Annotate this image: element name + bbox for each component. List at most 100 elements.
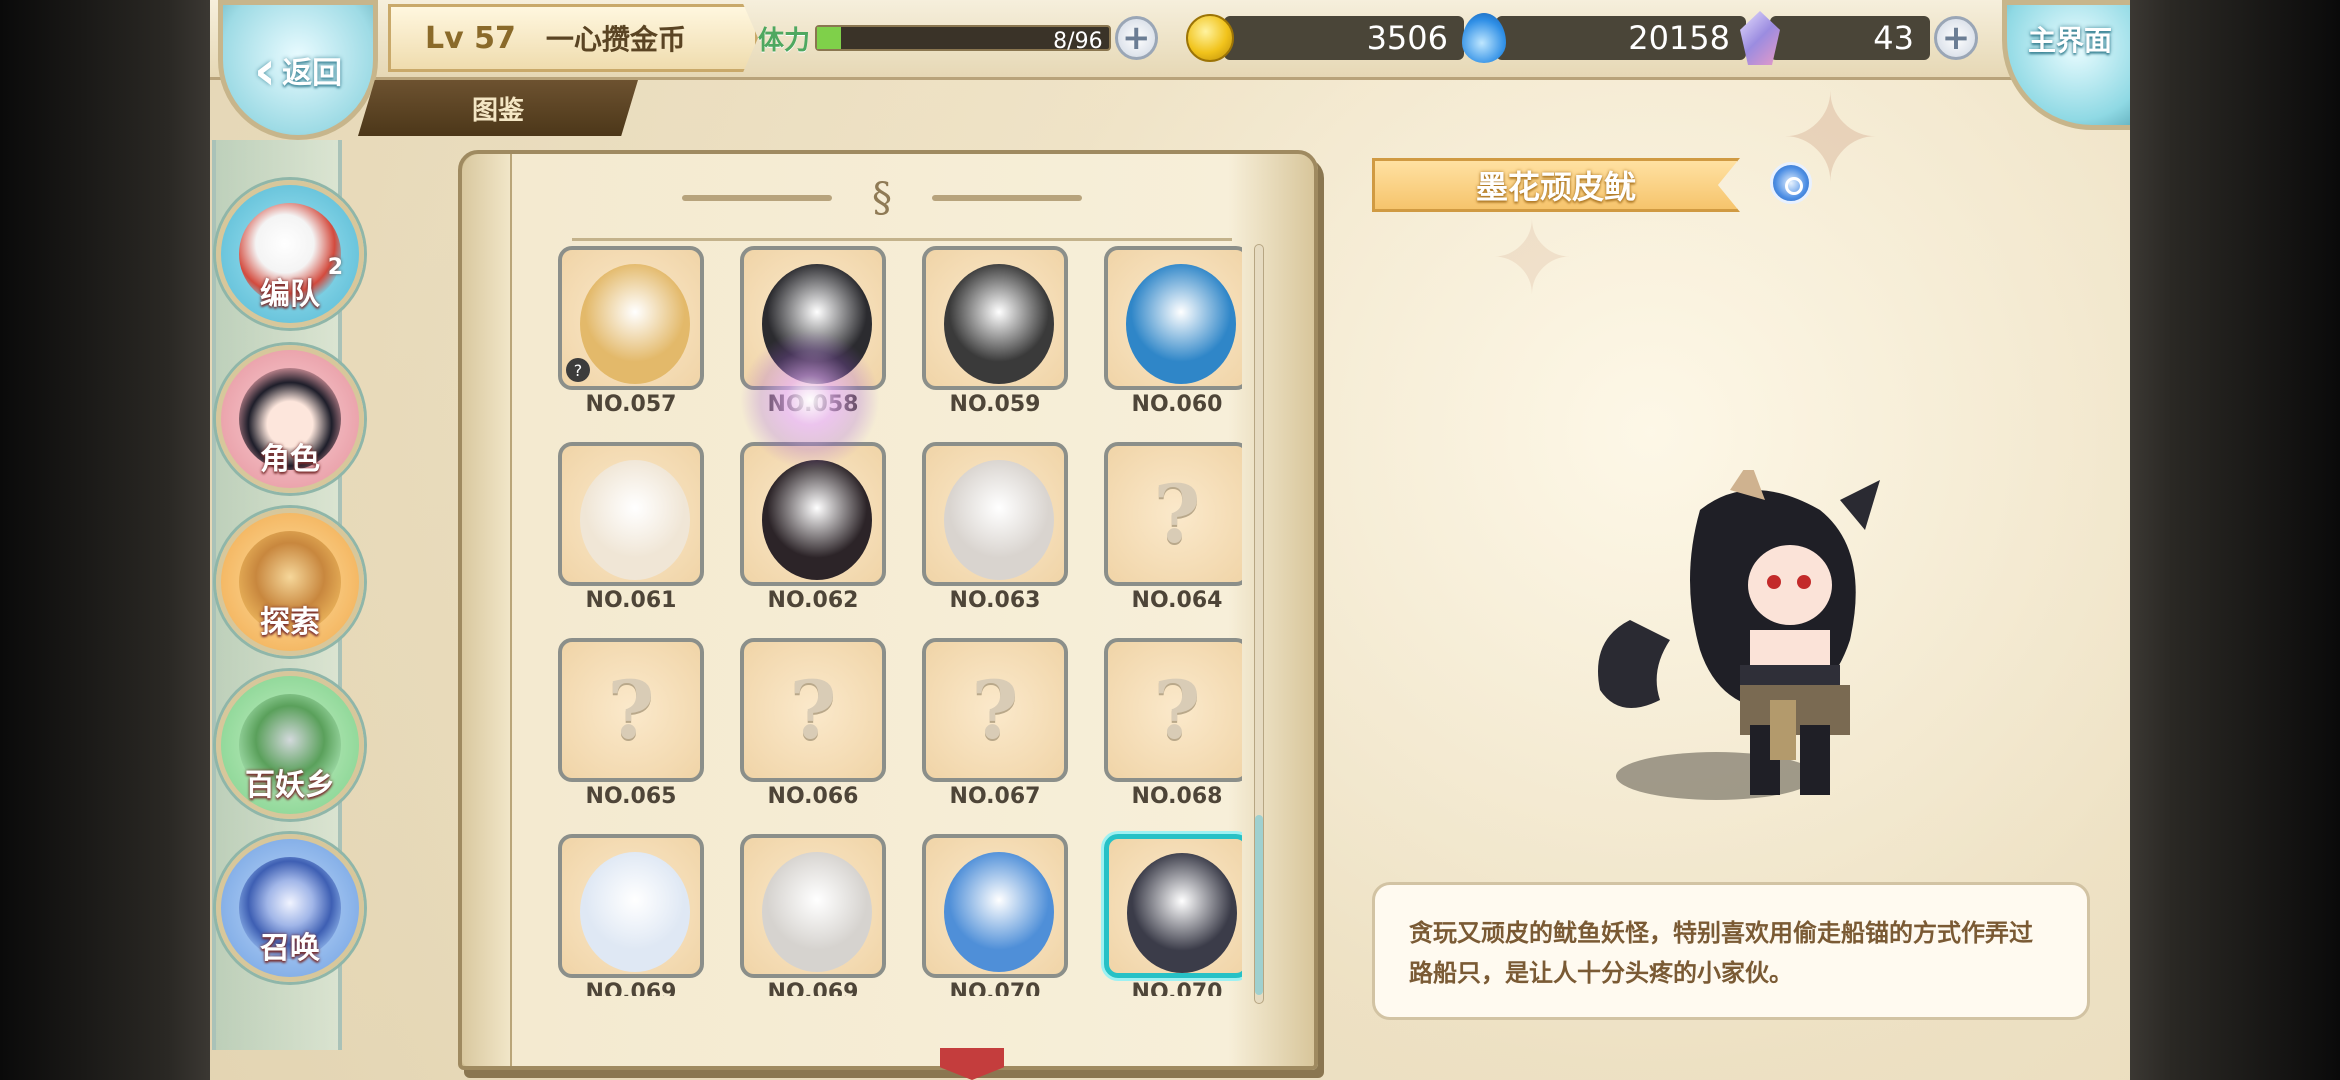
entry-number: NO.060 — [1131, 392, 1223, 417]
codex-entry[interactable]: ? NO.067 — [920, 638, 1070, 813]
monster-art — [944, 264, 1054, 384]
codex-screen: ✦ ✦ ‹ 返回 Lv 57 一心攒金币 图鉴 体力 8/96 + 3506 2… — [210, 0, 2130, 1080]
nav-summon-label: 召唤 — [260, 931, 320, 966]
book-ornament: § — [572, 168, 1192, 228]
codex-entry[interactable]: NO.069 — [738, 834, 888, 996]
plus-icon: + — [1122, 18, 1151, 58]
entry-number: NO.061 — [585, 588, 677, 613]
chevron-left-icon: ‹ — [253, 38, 277, 102]
monster-description: 贪玩又顽皮的鱿鱼妖怪，特别喜欢用偷走船锚的方式作弄过路船只，是让人十分头疼的小家… — [1409, 919, 2033, 987]
monster-thumbnail[interactable] — [740, 834, 886, 978]
monster-art — [944, 852, 1054, 972]
codex-entry[interactable]: ? NO.057 — [556, 246, 706, 421]
nav-team-label: 编队 — [260, 277, 320, 312]
monster-thumbnail[interactable] — [922, 442, 1068, 586]
entry-number: NO.070 — [1131, 980, 1223, 996]
sparkle-effect — [740, 330, 880, 470]
monster-thumbnail[interactable] — [558, 834, 704, 978]
background-star-icon: ✦ — [1490, 200, 1574, 317]
voice-play-button[interactable] — [1770, 162, 1812, 204]
question-mark-icon: ? — [789, 663, 837, 757]
entry-number: NO.070 — [949, 980, 1041, 996]
stamina-bar: 8/96 — [815, 25, 1111, 54]
locked-thumbnail[interactable]: ? — [922, 638, 1068, 782]
entry-number: NO.063 — [949, 588, 1041, 613]
codex-entry[interactable]: NO.060 — [1102, 246, 1242, 421]
nav-explore-button[interactable]: 探索 — [216, 508, 364, 656]
add-crystal-button[interactable]: + — [1934, 16, 1978, 60]
entry-number: NO.067 — [949, 784, 1041, 809]
back-button[interactable]: ‹ 返回 — [218, 0, 378, 140]
stamina-meter: 体力 8/96 + — [758, 14, 1158, 62]
nav-village-label: 百妖乡 — [245, 768, 335, 803]
monster-thumbnail[interactable] — [922, 246, 1068, 390]
gold-value: 3506 — [1224, 16, 1464, 60]
entry-number: NO.059 — [949, 392, 1041, 417]
soul-value: 20158 — [1496, 16, 1746, 60]
locked-thumbnail[interactable]: ? — [558, 638, 704, 782]
entry-number: NO.064 — [1131, 588, 1223, 613]
add-stamina-button[interactable]: + — [1114, 16, 1158, 60]
section-title-label: 图鉴 — [471, 95, 524, 126]
book-rule — [572, 238, 1232, 241]
player-info[interactable]: Lv 57 一心攒金币 — [388, 4, 758, 72]
unknown-mark-icon: ? — [566, 358, 590, 382]
codex-entry[interactable]: NO.061 — [556, 442, 706, 617]
monster-art — [580, 852, 690, 972]
player-level: Lv 57 — [425, 20, 516, 56]
question-mark-icon: ? — [971, 663, 1019, 757]
home-button[interactable]: 主界面 — [2002, 0, 2130, 130]
team-badge: 2 — [327, 255, 343, 280]
codex-grid[interactable]: ?NO.057NO.058NO.059NO.060NO.061NO.062NO.… — [542, 246, 1242, 996]
monster-art — [580, 264, 690, 384]
soul-counter: 20158 — [1462, 13, 1746, 63]
stamina-bar-fill — [817, 27, 842, 49]
monster-name: 墨花顽皮鱿 — [1475, 168, 1636, 206]
monster-thumbnail[interactable] — [1104, 246, 1242, 390]
codex-entry[interactable]: ? NO.066 — [738, 638, 888, 813]
codex-entry[interactable]: NO.059 — [920, 246, 1070, 421]
monster-thumbnail[interactable] — [922, 834, 1068, 978]
locked-thumbnail[interactable]: ? — [1104, 638, 1242, 782]
crystal-value: 43 — [1770, 16, 1930, 60]
locked-thumbnail[interactable]: ? — [1104, 442, 1242, 586]
nav-summon-button[interactable]: 召唤 — [216, 834, 364, 982]
codex-book: § ?NO.057NO.058NO.059NO.060NO.061NO.062N… — [458, 150, 1318, 1070]
bookmark-ribbon — [940, 1048, 1004, 1080]
monster-art — [944, 460, 1054, 580]
monster-art — [580, 460, 690, 580]
home-label: 主界面 — [2027, 24, 2112, 57]
monster-portrait — [1598, 470, 1880, 795]
codex-entry[interactable]: NO.063 — [920, 442, 1070, 617]
monster-art — [762, 852, 872, 972]
monster-thumbnail[interactable]: ? — [558, 246, 704, 390]
ornament-swirl-icon: § — [872, 175, 892, 221]
codex-entry[interactable]: NO.070 — [920, 834, 1070, 996]
nav-explore-label: 探索 — [260, 605, 320, 640]
book-spine — [462, 154, 512, 1066]
codex-entry[interactable]: ? NO.065 — [556, 638, 706, 813]
nav-character-label: 角色 — [260, 442, 320, 477]
question-mark-icon: ? — [1153, 663, 1201, 757]
letterbox-right — [2130, 0, 2340, 1080]
question-mark-icon: ? — [1153, 467, 1201, 561]
monster-thumbnail[interactable] — [558, 442, 704, 586]
monster-description-box: 贪玩又顽皮的鱿鱼妖怪，特别喜欢用偷走船锚的方式作弄过路船只，是让人十分头疼的小家… — [1372, 882, 2090, 1020]
codex-entry[interactable]: NO.070 — [1102, 834, 1242, 996]
locked-thumbnail[interactable]: ? — [740, 638, 886, 782]
codex-scrollbar[interactable] — [1254, 244, 1264, 1004]
codex-entry[interactable]: ? NO.064 — [1102, 442, 1242, 617]
nav-character-button[interactable]: 角色 — [216, 345, 364, 493]
entry-number: NO.069 — [767, 980, 859, 996]
back-label: 返回 — [282, 56, 343, 91]
scrollbar-thumb[interactable] — [1255, 815, 1263, 995]
nav-team-button[interactable]: 2 编队 — [216, 180, 364, 328]
gold-coin-icon — [1186, 14, 1234, 62]
codex-entry[interactable]: ? NO.068 — [1102, 638, 1242, 813]
monster-thumbnail[interactable] — [1104, 834, 1242, 978]
monster-name-banner: 墨花顽皮鱿 — [1372, 158, 1740, 212]
codex-entry[interactable]: NO.069 — [556, 834, 706, 996]
nav-village-button[interactable]: 百妖乡 — [216, 671, 364, 819]
entry-number: NO.057 — [585, 392, 677, 417]
entry-number: NO.068 — [1131, 784, 1223, 809]
